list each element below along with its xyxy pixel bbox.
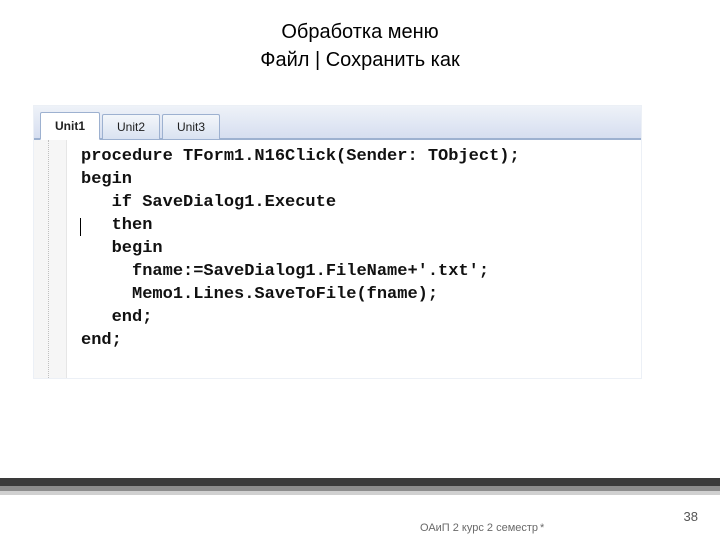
- ide-screenshot: Unit1 Unit2 Unit3 procedure TForm1.N16Cl…: [34, 106, 641, 378]
- footer-date: *: [540, 522, 544, 534]
- tab-unit2[interactable]: Unit2: [102, 114, 160, 139]
- code-text: procedure TForm1.N16Click(Sender: TObjec…: [67, 140, 641, 378]
- slide-title-line2: Файл | Сохранить как: [0, 46, 720, 74]
- gutter: [34, 140, 67, 378]
- text-caret: [80, 218, 81, 236]
- slide-number: 38: [684, 509, 698, 524]
- tab-unit1[interactable]: Unit1: [40, 112, 100, 140]
- footer-course: ОАиП 2 курс 2 семестр: [420, 522, 538, 534]
- editor-tabstrip: Unit1 Unit2 Unit3: [34, 106, 641, 140]
- slide-decoration: [0, 466, 720, 502]
- tab-unit3[interactable]: Unit3: [162, 114, 220, 139]
- slide-title-line1: Обработка меню: [0, 18, 720, 46]
- code-area: procedure TForm1.N16Click(Sender: TObjec…: [34, 140, 641, 378]
